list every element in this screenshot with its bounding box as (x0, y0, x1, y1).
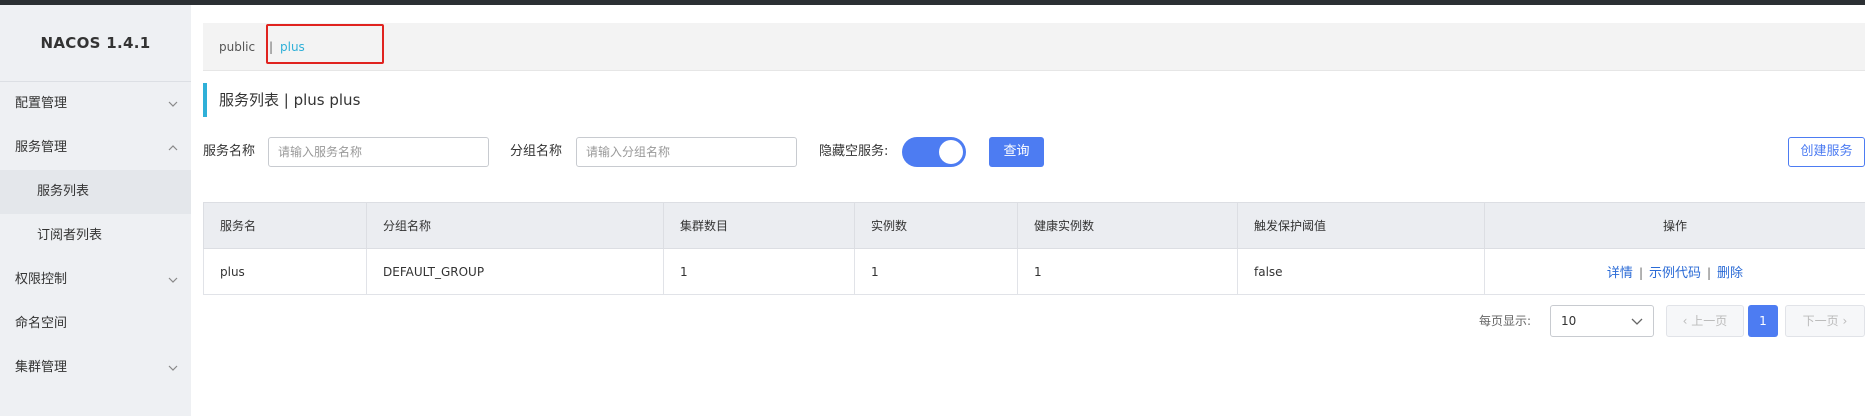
per-page-value: 10 (1561, 314, 1577, 328)
next-page-button[interactable]: 下一页 › (1785, 305, 1865, 337)
cell-protect-threshold: false (1237, 248, 1485, 295)
hide-empty-toggle[interactable] (902, 137, 966, 167)
sidebar-item-label: 服务列表 (37, 184, 90, 199)
prev-page-label: 上一页 (1691, 314, 1728, 328)
page-title: 服务列表 | plus plus (203, 83, 360, 117)
action-separator: | (1638, 266, 1643, 280)
sidebar-item-namespace[interactable]: 命名空间 (0, 302, 191, 346)
pagination: 每页显示: 10 ‹ 上一页 1 下一页 › (203, 305, 1865, 337)
column-header: 服务名 (203, 202, 367, 249)
chevron-down-icon (167, 258, 179, 302)
column-header: 操作 (1484, 202, 1865, 249)
create-service-button[interactable]: 创建服务 (1788, 137, 1865, 167)
column-header: 实例数 (854, 202, 1018, 249)
sidebar-item-subscribers[interactable]: 订阅者列表 (0, 214, 191, 258)
delete-link[interactable]: 删除 (1717, 266, 1743, 281)
chevron-left-icon: ‹ (1682, 314, 1692, 328)
namespace-bar: public | plus (203, 23, 1865, 71)
column-header: 集群数目 (663, 202, 855, 249)
table-header-row: 服务名 分组名称 集群数目 实例数 健康实例数 触发保护阈值 操作 (203, 202, 1865, 249)
sidebar-item-access-control[interactable]: 权限控制 (0, 258, 191, 302)
prev-page-button[interactable]: ‹ 上一页 (1666, 305, 1744, 337)
chevron-up-icon (167, 126, 179, 170)
column-header: 分组名称 (366, 202, 664, 249)
next-page-label: 下一页 (1802, 314, 1839, 328)
sidebar-item-label: 订阅者列表 (37, 228, 103, 243)
group-name-label: 分组名称 (510, 144, 563, 159)
chevron-down-icon (167, 346, 179, 390)
cell-actions: 详情 | 示例代码 | 删除 (1484, 248, 1865, 295)
service-name-input[interactable]: 请输入服务名称 (268, 137, 489, 167)
group-name-input[interactable]: 请输入分组名称 (576, 137, 797, 167)
sidebar-menu: 配置管理 服务管理 服务列表 订阅者列表 权限控制 命名空间 集群管理 (0, 82, 191, 390)
sidebar-item-label: 服务管理 (15, 140, 68, 155)
detail-link[interactable]: 详情 (1607, 266, 1633, 281)
namespace-public-link[interactable]: public (219, 23, 255, 71)
chevron-right-icon: › (1838, 314, 1848, 328)
action-separator: | (1707, 266, 1712, 280)
per-page-label: 每页显示: (1479, 314, 1532, 328)
sidebar-item-label: 配置管理 (15, 96, 68, 111)
column-header: 触发保护阈值 (1237, 202, 1485, 249)
service-name-label: 服务名称 (203, 144, 256, 159)
sidebar-item-label: 集群管理 (15, 360, 68, 375)
cell-instance-count: 1 (854, 248, 1018, 295)
toggle-knob (939, 140, 963, 164)
table-row: plus DEFAULT_GROUP 1 1 1 false 详情 | 示例代码 | 删… (203, 248, 1865, 295)
sidebar: NACOS 1.4.1 配置管理 服务管理 服务列表 订阅者列表 权限控制 命名… (0, 5, 191, 416)
sidebar-item-cluster[interactable]: 集群管理 (0, 346, 191, 390)
brand-logo: NACOS 1.4.1 (0, 5, 191, 82)
sidebar-item-label: 命名空间 (15, 316, 68, 331)
query-button[interactable]: 查询 (989, 137, 1044, 167)
sidebar-item-label: 权限控制 (15, 272, 68, 287)
service-table: 服务名 分组名称 集群数目 实例数 健康实例数 触发保护阈值 操作 plus D… (203, 202, 1865, 295)
highlight-annotation-box (266, 24, 384, 64)
sidebar-item-config[interactable]: 配置管理 (0, 82, 191, 126)
sample-code-link[interactable]: 示例代码 (1649, 266, 1701, 281)
sidebar-item-service-mgmt[interactable]: 服务管理 (0, 126, 191, 170)
cell-group-name: DEFAULT_GROUP (366, 248, 664, 295)
per-page-select[interactable]: 10 (1550, 305, 1654, 337)
page-number-button[interactable]: 1 (1748, 305, 1778, 337)
hide-empty-label: 隐藏空服务: (819, 144, 889, 159)
chevron-down-icon (1631, 318, 1643, 325)
sidebar-item-service-list[interactable]: 服务列表 (0, 170, 191, 214)
column-header: 健康实例数 (1017, 202, 1238, 249)
filter-bar: 服务名称 请输入服务名称 分组名称 请输入分组名称 隐藏空服务: 查询 创建服务 (203, 137, 1865, 167)
cell-healthy-count: 1 (1017, 248, 1238, 295)
main-content: public | plus 服务列表 | plus plus 服务名称 请输入服… (203, 5, 1865, 416)
cell-service-name: plus (203, 248, 367, 295)
chevron-down-icon (167, 82, 179, 126)
cell-cluster-count: 1 (663, 248, 855, 295)
